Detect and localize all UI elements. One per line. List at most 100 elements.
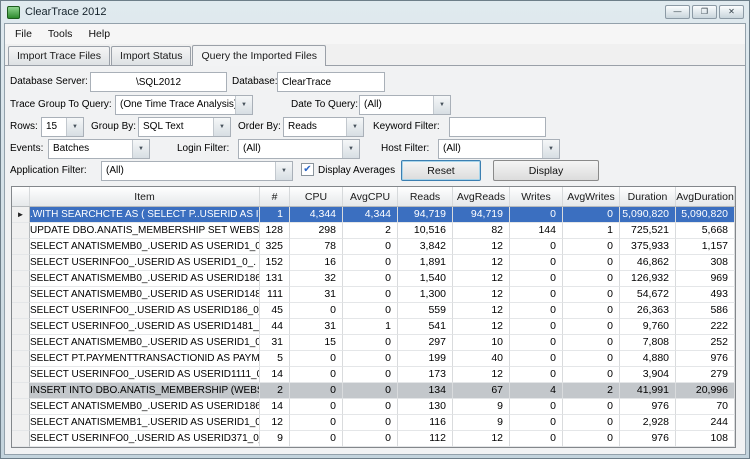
value-cell[interactable]: 0	[343, 367, 398, 383]
value-cell[interactable]: 12	[453, 255, 510, 271]
row-selector[interactable]	[12, 383, 30, 399]
value-cell[interactable]: 54,672	[620, 287, 676, 303]
display-button[interactable]: Display	[493, 160, 599, 181]
item-cell[interactable]: SELECT PT.PAYMENTTRANSACTIONID AS PAYMEN…	[30, 351, 260, 367]
value-cell[interactable]: 14	[260, 399, 290, 415]
value-cell[interactable]: 0	[343, 255, 398, 271]
row-selector[interactable]	[12, 415, 30, 431]
value-cell[interactable]: 297	[398, 335, 453, 351]
value-cell[interactable]: 5,668	[676, 223, 735, 239]
value-cell[interactable]: 12	[453, 287, 510, 303]
value-cell[interactable]: 493	[676, 287, 735, 303]
table-row[interactable]: SELECT USERINFO0_.USERID AS USERID371_0_…	[12, 431, 735, 447]
value-cell[interactable]: 0	[343, 335, 398, 351]
value-cell[interactable]: 1	[343, 319, 398, 335]
value-cell[interactable]: 5,090,820	[620, 207, 676, 223]
chevron-down-icon[interactable]: ▼	[235, 96, 252, 114]
rows-select[interactable]: 15 ▼	[41, 117, 84, 137]
table-row[interactable]: SELECT ANATISMEMB0_.USERID AS USERID1481…	[12, 287, 735, 303]
column-header-[interactable]: #	[260, 187, 290, 206]
reset-button[interactable]: Reset	[401, 160, 481, 181]
order-by-select[interactable]: Reads ▼	[283, 117, 364, 137]
display-averages-checkbox[interactable]: ✔	[301, 163, 314, 176]
value-cell[interactable]: 9	[453, 415, 510, 431]
value-cell[interactable]: 82	[453, 223, 510, 239]
value-cell[interactable]: 0	[510, 351, 563, 367]
tab-query-imported-files[interactable]: Query the Imported Files	[192, 45, 326, 66]
item-cell[interactable]: SELECT ANATISMEMB0_.USERID AS USERID1_0_…	[30, 239, 260, 255]
date-to-query-select[interactable]: (All) ▼	[359, 95, 451, 115]
value-cell[interactable]: 10,516	[398, 223, 453, 239]
value-cell[interactable]: 2	[343, 223, 398, 239]
value-cell[interactable]: 0	[343, 383, 398, 399]
value-cell[interactable]: 78	[290, 239, 343, 255]
column-header-cpu[interactable]: CPU	[290, 187, 343, 206]
item-cell[interactable]: SELECT ANATISMEMB0_.USERID AS USERID186_…	[30, 399, 260, 415]
value-cell[interactable]: 152	[260, 255, 290, 271]
item-cell[interactable]: INSERT INTO DBO.ANATIS_MEMBERSHIP (WEBSI…	[30, 383, 260, 399]
menu-tools[interactable]: Tools	[40, 24, 81, 44]
column-header-avgwrites[interactable]: AvgWrites	[563, 187, 620, 206]
value-cell[interactable]: 94,719	[398, 207, 453, 223]
item-cell[interactable]: SELECT USERINFO0_.USERID AS USERID1111_0…	[30, 367, 260, 383]
trace-group-select[interactable]: (One Time Trace Analysis) ▼	[115, 95, 253, 115]
value-cell[interactable]: 2	[563, 383, 620, 399]
value-cell[interactable]: 725,521	[620, 223, 676, 239]
value-cell[interactable]: 44	[260, 319, 290, 335]
value-cell[interactable]: 0	[290, 399, 343, 415]
value-cell[interactable]: 1,157	[676, 239, 735, 255]
chevron-down-icon[interactable]: ▼	[342, 140, 359, 158]
item-cell[interactable]: SELECT ANATISMEMB1_.USERID AS USERID1_0_…	[30, 415, 260, 431]
value-cell[interactable]: 12	[453, 319, 510, 335]
column-header-avgcpu[interactable]: AvgCPU	[343, 187, 398, 206]
value-cell[interactable]: 0	[510, 287, 563, 303]
value-cell[interactable]: 976	[620, 399, 676, 415]
value-cell[interactable]: 0	[563, 399, 620, 415]
value-cell[interactable]: 1	[563, 223, 620, 239]
column-header-item[interactable]: Item	[30, 187, 260, 206]
chevron-down-icon[interactable]: ▼	[213, 118, 230, 136]
chevron-down-icon[interactable]: ▼	[433, 96, 450, 114]
table-row[interactable]: SELECT USERINFO0_.USERID AS USERID1111_0…	[12, 367, 735, 383]
value-cell[interactable]: 0	[343, 271, 398, 287]
value-cell[interactable]: 3,842	[398, 239, 453, 255]
value-cell[interactable]: 0	[343, 431, 398, 447]
value-cell[interactable]: 1	[260, 207, 290, 223]
value-cell[interactable]: 9,760	[620, 319, 676, 335]
value-cell[interactable]: 0	[290, 431, 343, 447]
value-cell[interactable]: 10	[453, 335, 510, 351]
value-cell[interactable]: 4,880	[620, 351, 676, 367]
value-cell[interactable]: 0	[563, 415, 620, 431]
chevron-down-icon[interactable]: ▼	[346, 118, 363, 136]
row-selector[interactable]	[12, 319, 30, 335]
tab-import-status[interactable]: Import Status	[111, 46, 191, 65]
table-row[interactable]: SELECT ANATISMEMB0_.USERID AS USERID1_0_…	[12, 239, 735, 255]
maximize-button[interactable]: ❐	[692, 5, 717, 19]
value-cell[interactable]: 976	[620, 431, 676, 447]
value-cell[interactable]: 976	[676, 351, 735, 367]
value-cell[interactable]: 0	[563, 207, 620, 223]
table-row[interactable]: ►.WITH SEARCHCTE AS ( SELECT P..USERID A…	[12, 207, 735, 223]
value-cell[interactable]: 12	[453, 271, 510, 287]
value-cell[interactable]: 0	[510, 255, 563, 271]
chevron-down-icon[interactable]: ▼	[275, 162, 292, 180]
row-selector-header[interactable]	[12, 187, 30, 206]
item-cell[interactable]: SELECT USERINFO0_.USERID AS USERID371_0_…	[30, 431, 260, 447]
value-cell[interactable]: 308	[676, 255, 735, 271]
value-cell[interactable]: 94,719	[453, 207, 510, 223]
value-cell[interactable]: 0	[510, 415, 563, 431]
column-header-avgreads[interactable]: AvgReads	[453, 187, 510, 206]
item-cell[interactable]: SELECT ANATISMEMB0_.USERID AS USERID1_0_…	[30, 335, 260, 351]
value-cell[interactable]: 0	[510, 335, 563, 351]
value-cell[interactable]: 134	[398, 383, 453, 399]
value-cell[interactable]: 5,090,820	[676, 207, 735, 223]
value-cell[interactable]: 199	[398, 351, 453, 367]
value-cell[interactable]: 0	[290, 383, 343, 399]
value-cell[interactable]: 252	[676, 335, 735, 351]
value-cell[interactable]: 2	[260, 383, 290, 399]
value-cell[interactable]: 222	[676, 319, 735, 335]
value-cell[interactable]: 279	[676, 367, 735, 383]
row-selector[interactable]	[12, 255, 30, 271]
value-cell[interactable]: 20,996	[676, 383, 735, 399]
value-cell[interactable]: 559	[398, 303, 453, 319]
